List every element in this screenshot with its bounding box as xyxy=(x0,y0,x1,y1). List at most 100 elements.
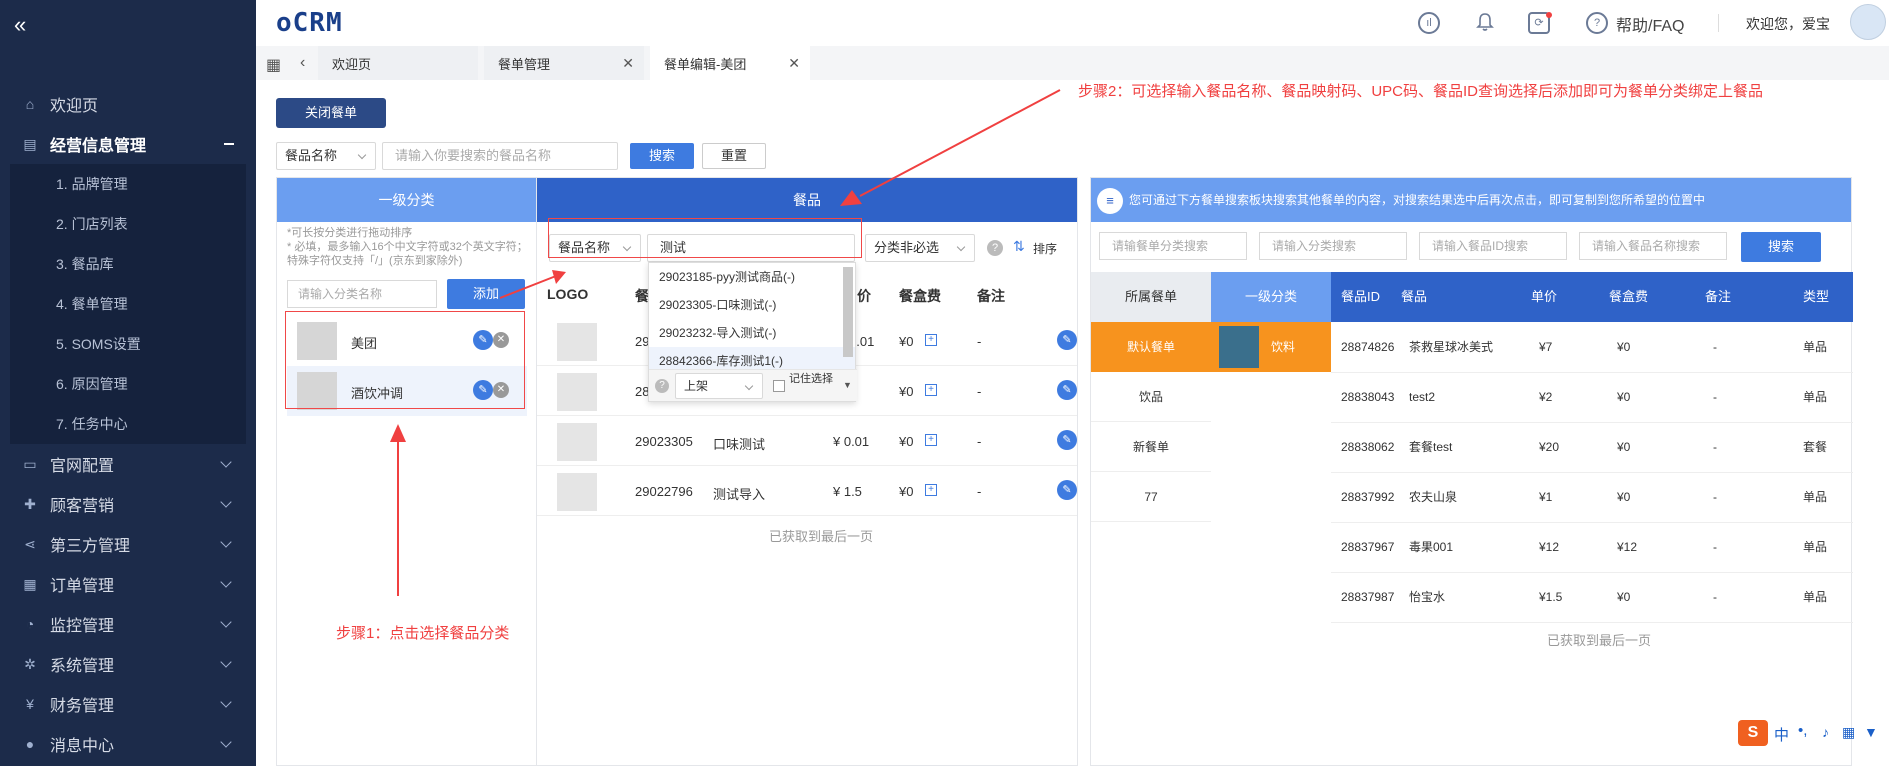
stats-icon[interactable]: ıl xyxy=(1418,12,1440,34)
sidebar-item-welcome[interactable]: ⌂ 欢迎页 xyxy=(0,84,256,124)
avatar[interactable] xyxy=(1850,4,1886,40)
reset-button[interactable]: 重置 xyxy=(702,143,766,169)
sidebar-sub-stores[interactable]: 2. 门店列表 xyxy=(10,204,246,244)
sidebar-item-business-info[interactable]: ▤ 经营信息管理 xyxy=(0,124,256,164)
dish-name-search-input[interactable]: 请输入餐品名称搜索 xyxy=(1579,232,1727,260)
sidebar-item-messages[interactable]: ● 消息中心 xyxy=(0,724,256,764)
dish-type: 单品 xyxy=(1803,340,1828,354)
dish-id-search-input[interactable]: 请输入餐品ID搜索 xyxy=(1419,232,1567,260)
search-input[interactable]: 请输入你要搜索的餐品名称 xyxy=(382,142,618,170)
sort-label[interactable]: 排序 xyxy=(1033,240,1057,257)
close-icon[interactable]: ✕ xyxy=(788,55,800,72)
grid-menu-icon[interactable]: ▦ xyxy=(266,55,281,75)
dish-name: 测试导入 xyxy=(713,487,766,502)
col-note: 备注 xyxy=(1705,289,1732,304)
bell-icon[interactable] xyxy=(1476,12,1494,32)
sidebar-item-label: 消息中心 xyxy=(50,738,115,755)
sidebar-item-monitoring[interactable]: ◔ 监控管理 xyxy=(0,604,256,644)
ime-toolbar: S 中 •, ♪ ▦ ▼ xyxy=(1738,718,1886,748)
dish-type: 单品 xyxy=(1803,590,1828,604)
app-logo[interactable]: oCRM xyxy=(276,8,343,38)
sidebar-sub-soms[interactable]: 5. SOMS设置 xyxy=(10,324,246,364)
chevron-left-icon[interactable]: ‹ xyxy=(300,54,305,72)
menu-item[interactable]: 新餐单 xyxy=(1091,422,1211,472)
edit-icon[interactable]: ✎ xyxy=(1057,380,1077,400)
sidebar-item-marketing[interactable]: ✚ 顾客营销 xyxy=(0,484,256,524)
ime-chinese-icon[interactable]: 中 xyxy=(1774,724,1789,745)
help-icon[interactable]: ? xyxy=(655,379,669,393)
right-search-button[interactable]: 搜索 xyxy=(1741,232,1821,262)
collapse-icon xyxy=(224,143,234,145)
sidebar-item-finance[interactable]: ¥ 财务管理 xyxy=(0,684,256,724)
chevron-down-icon[interactable]: ▼ xyxy=(843,380,852,390)
sidebar: « ⌂ 欢迎页 ▤ 经营信息管理 1. 品牌管理 2. 门店列表 3. 餐品库 … xyxy=(0,0,256,766)
menu-item[interactable]: 77 xyxy=(1091,472,1211,522)
sidebar-item-third-party[interactable]: ⋖ 第三方管理 xyxy=(0,524,256,564)
remember-checkbox[interactable] xyxy=(773,380,785,392)
plus-icon[interactable]: + xyxy=(925,484,937,496)
ime-microphone-icon[interactable]: ♪ xyxy=(1822,724,1829,740)
ime-punctuation-icon[interactable]: •, xyxy=(1798,722,1807,739)
step2-highlight-box xyxy=(548,218,862,258)
tab-welcome[interactable]: 欢迎页 xyxy=(318,46,478,80)
ime-logo-icon[interactable]: S xyxy=(1738,720,1768,746)
tab-menu-edit[interactable]: 餐单编辑-美团 ✕ xyxy=(650,46,810,80)
category-search-input[interactable]: 请输入分类搜索 xyxy=(1259,232,1407,260)
add-category-button[interactable]: 添加 xyxy=(447,279,525,309)
ime-skin-icon[interactable]: ▼ xyxy=(1864,724,1878,740)
category-filter-select[interactable]: 分类非必选 xyxy=(865,234,975,262)
sidebar-sub-dish-library[interactable]: 3. 餐品库 xyxy=(10,244,246,284)
sidebar-item-orders[interactable]: ▦ 订单管理 xyxy=(0,564,256,604)
ime-keyboard-icon[interactable]: ▦ xyxy=(1842,724,1855,741)
plus-icon[interactable]: + xyxy=(925,434,937,446)
close-menu-button[interactable]: 关闭餐单 xyxy=(276,98,386,128)
table-row[interactable]: 29022796 测试导入 ¥ 1.5 ¥0 + - ✎ xyxy=(537,466,1077,516)
menu-category-search-input[interactable]: 请输餐单分类搜索 xyxy=(1099,232,1247,260)
dropdown-scrollbar[interactable] xyxy=(843,267,853,357)
category-cell[interactable]: 饮料 xyxy=(1211,322,1331,372)
row-divider xyxy=(1331,622,1853,623)
edit-icon[interactable]: ✎ xyxy=(1057,430,1077,450)
plus-icon[interactable]: + xyxy=(925,334,937,346)
edit-icon[interactable]: ✎ xyxy=(1057,330,1077,350)
edit-icon[interactable]: ✎ xyxy=(1057,480,1077,500)
dish-price: ¥ 0.01 xyxy=(833,434,870,449)
dish-note: - xyxy=(1713,390,1717,404)
search-type-select[interactable]: 餐品名称 xyxy=(276,142,376,170)
tab-menu-manage[interactable]: 餐单管理 ✕ xyxy=(484,46,644,80)
category-name-input[interactable]: 请输入分类名称 xyxy=(287,280,437,308)
help-faq-link[interactable]: 帮助/FAQ xyxy=(1616,12,1684,36)
col-logo: LOGO xyxy=(547,286,589,302)
sidebar-item-system[interactable]: ✲ 系统管理 xyxy=(0,644,256,684)
dish-note: - xyxy=(1713,590,1717,604)
sidebar-item-website[interactable]: ▭ 官网配置 xyxy=(0,444,256,484)
help-icon[interactable]: ? xyxy=(987,240,1003,256)
dropdown-option[interactable]: 29023232-导入测试(-) xyxy=(649,319,855,347)
dropdown-option[interactable]: 29023305-口味测试(-) xyxy=(649,291,855,319)
table-row[interactable]: 29023305 口味测试 ¥ 0.01 ¥0 + - ✎ xyxy=(537,416,1077,466)
step1-annotation: 步骤1：点击选择餐品分类 xyxy=(336,625,510,642)
help-icon[interactable]: ? xyxy=(1586,12,1608,34)
dropdown-footer: ? 上架 记住选择 ▼ xyxy=(649,369,857,401)
dropdown-option[interactable]: 29023185-pyy测试商品(-) xyxy=(649,263,855,291)
category-header: 一级分类 xyxy=(277,178,536,222)
menu-item-default[interactable]: 默认餐单 xyxy=(1091,322,1211,372)
sidebar-submenu: 1. 品牌管理 2. 门店列表 3. 餐品库 4. 餐单管理 5. SOMS设置… xyxy=(10,164,246,444)
search-button[interactable]: 搜索 xyxy=(630,143,694,169)
status-select[interactable]: 上架 xyxy=(675,373,763,399)
col-note: 备注 xyxy=(977,288,1005,304)
sidebar-sub-menu-manage[interactable]: 4. 餐单管理 xyxy=(10,284,246,324)
close-icon[interactable]: ✕ xyxy=(622,55,634,72)
dish-note: - xyxy=(977,384,982,399)
sidebar-sub-reason[interactable]: 6. 原因管理 xyxy=(10,364,246,404)
collapse-sidebar-icon[interactable]: « xyxy=(14,12,26,38)
sidebar-sub-task[interactable]: 7. 任务中心 xyxy=(10,404,246,444)
sort-icon[interactable]: ⇅ xyxy=(1013,238,1025,255)
sidebar-sub-brand[interactable]: 1. 品牌管理 xyxy=(10,164,246,204)
plus-icon[interactable]: + xyxy=(925,384,937,396)
dish-note: - xyxy=(1713,440,1717,454)
dish-price: ¥7 xyxy=(1539,340,1553,354)
menu-item[interactable]: 饮品 xyxy=(1091,372,1211,422)
notification-dot xyxy=(1546,12,1552,18)
col-dish-partial: 餐 xyxy=(635,288,649,304)
